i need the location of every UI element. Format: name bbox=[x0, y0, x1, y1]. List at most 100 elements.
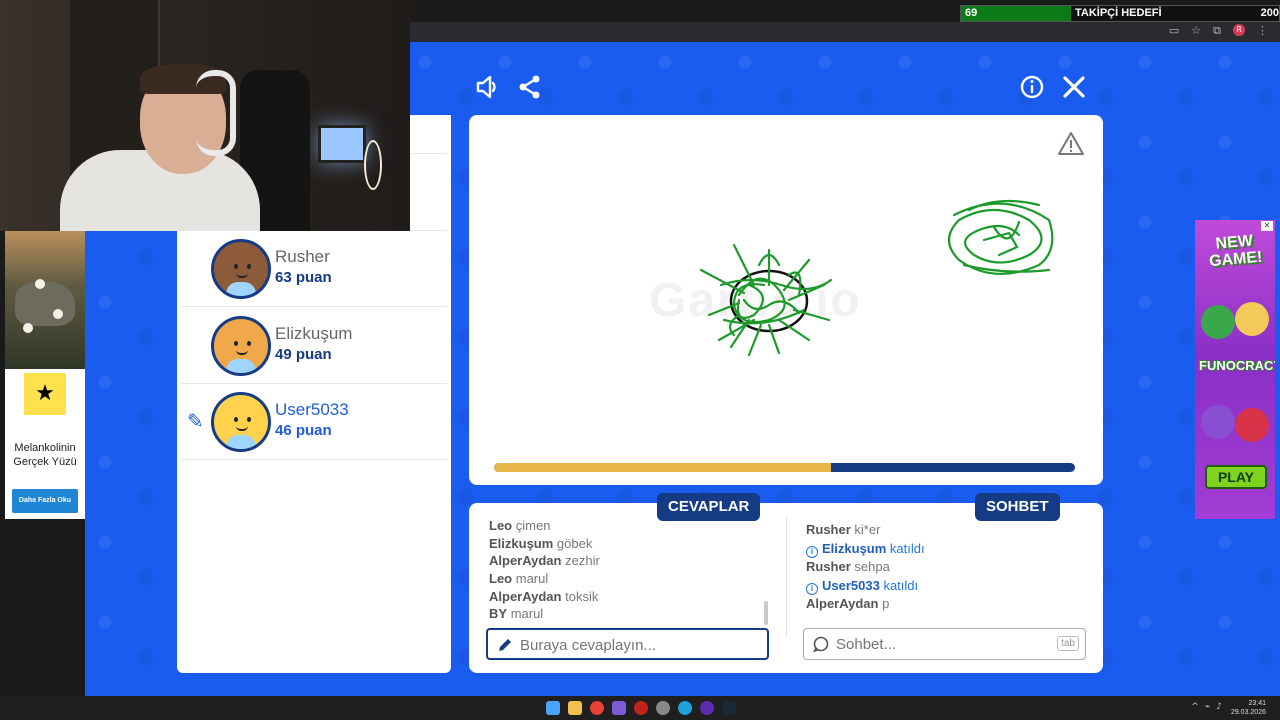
clock[interactable]: 23:41 29.03.2026 bbox=[1231, 699, 1266, 717]
player-score: 46 puan bbox=[275, 422, 332, 439]
answer-user: AlperAydan bbox=[489, 588, 562, 604]
avatar bbox=[211, 315, 271, 376]
share-icon[interactable] bbox=[517, 74, 543, 100]
answer-user: BY bbox=[489, 606, 508, 622]
answer-text: çimen bbox=[515, 518, 551, 533]
player-row[interactable]: Elizkuşum 49 puan bbox=[181, 307, 447, 384]
round-timer-track bbox=[494, 463, 1075, 472]
steam-icon[interactable] bbox=[722, 701, 736, 715]
chat-message: AlperAydan p bbox=[806, 595, 1086, 614]
player-name: Elizkuşum bbox=[275, 323, 353, 343]
chat-user: Rusher bbox=[806, 522, 851, 537]
player-drawing bbox=[699, 199, 1054, 357]
avatar bbox=[211, 239, 271, 299]
side-ad[interactable]: ★ Melankolinin Gerçek Yüzü Daha Fazla Ok… bbox=[5, 231, 85, 519]
address-bar bbox=[410, 22, 1280, 42]
answer-item: Elizkuşum göbek bbox=[489, 535, 769, 553]
ad-close-icon[interactable]: ✕ bbox=[1261, 221, 1273, 231]
chrome-icon[interactable] bbox=[590, 701, 604, 715]
ad-title: Melankolinin Gerçek Yüzü bbox=[13, 442, 77, 468]
drawing-pencil-icon: ✎ bbox=[187, 409, 204, 433]
follower-count: 69 bbox=[965, 7, 978, 19]
chat-user: AlperAydan bbox=[806, 596, 879, 612]
chat-message: Rusher ki*er bbox=[806, 521, 1086, 540]
ad-character-icon bbox=[1235, 302, 1269, 336]
cast-icon[interactable]: ▭ bbox=[1169, 24, 1179, 38]
player-row[interactable]: Rusher 63 puan bbox=[181, 230, 447, 307]
answer-text: marul bbox=[515, 571, 549, 587]
answer-user: Elizkuşum bbox=[489, 535, 554, 551]
app-icon[interactable] bbox=[700, 701, 714, 715]
tab-key-hint: tab bbox=[1057, 636, 1079, 651]
chat-text: p bbox=[882, 596, 890, 612]
pencil-icon bbox=[499, 639, 511, 651]
obs-icon[interactable] bbox=[656, 701, 670, 715]
read-more-button[interactable]: Daha Fazla Oku bbox=[12, 489, 78, 513]
player-name: User5033 bbox=[275, 400, 349, 419]
headphones bbox=[196, 70, 236, 156]
chat-user: Rusher bbox=[806, 559, 851, 575]
file-explorer-icon[interactable] bbox=[568, 701, 582, 715]
opera-icon[interactable] bbox=[634, 701, 648, 715]
chat-text: ki*er bbox=[854, 522, 881, 537]
edge-icon[interactable] bbox=[678, 701, 692, 715]
follower-goal-label: TAKİPÇİ HEDEFİ bbox=[1075, 7, 1162, 19]
ad-character-icon bbox=[1201, 405, 1235, 439]
profile-avatar-icon[interactable]: R bbox=[1233, 24, 1245, 36]
answer-user: AlperAydan bbox=[489, 553, 562, 569]
follower-goal-bar: 69 TAKİPÇİ HEDEFİ 200 bbox=[960, 5, 1280, 22]
ad-play-button[interactable]: PLAY bbox=[1205, 465, 1267, 489]
answer-item: AlperAydan toksik bbox=[489, 588, 769, 606]
ad-thumbs-up-icon bbox=[1201, 305, 1235, 339]
chat-system-message: i Elizkuşum katıldı bbox=[806, 540, 1086, 559]
answer-text: toksik bbox=[565, 588, 599, 604]
ad-angry-face-icon bbox=[1235, 408, 1269, 442]
answer-text: zezhir bbox=[565, 553, 600, 569]
player-score: 49 puan bbox=[275, 345, 332, 363]
panel-divider bbox=[786, 517, 787, 637]
drawing-canvas[interactable]: Gartic.io bbox=[469, 115, 1103, 485]
follower-goal-target: 200 bbox=[1260, 7, 1279, 19]
chat-bubble-icon bbox=[812, 636, 829, 653]
webcam-overlay bbox=[0, 0, 410, 231]
chat-system-message: i User5033 katıldı bbox=[806, 577, 1086, 596]
chat-message: Rusher sehpa bbox=[806, 558, 1086, 577]
system-tray[interactable]: ^⌁♪ bbox=[1191, 702, 1228, 712]
sound-icon[interactable] bbox=[475, 74, 501, 100]
close-icon[interactable] bbox=[1061, 74, 1087, 100]
avatar bbox=[211, 392, 271, 452]
answers-scrollbar[interactable] bbox=[764, 601, 768, 625]
info-icon[interactable] bbox=[1019, 74, 1045, 100]
player-name: Rusher bbox=[275, 247, 330, 266]
answer-text: marul bbox=[510, 606, 544, 622]
chat-input-box[interactable]: tab bbox=[803, 628, 1086, 660]
follower-goal-fill bbox=[961, 6, 1071, 21]
menu-kebab-icon[interactable]: ⋮ bbox=[1257, 24, 1268, 38]
round-timer-fill bbox=[494, 463, 831, 472]
ad-image bbox=[5, 231, 85, 369]
chat-text: katıldı bbox=[883, 577, 919, 593]
answers-chat-panel: Leo çimen Elizkuşum göbek AlperAydan zezhi… bbox=[469, 503, 1103, 673]
answers-list: Leo çimen Elizkuşum göbek AlperAydan zezhi… bbox=[489, 517, 769, 623]
tab-chat[interactable]: SOHBET bbox=[975, 493, 1060, 521]
bookmark-star-icon[interactable]: ☆ bbox=[1191, 24, 1201, 38]
start-icon[interactable] bbox=[546, 701, 560, 715]
chat-text: sehpa bbox=[854, 559, 890, 575]
chat-list: Rusher ki*er i Elizkuşum katıldı Rusher seh… bbox=[806, 521, 1086, 614]
answer-text: göbek bbox=[556, 535, 593, 551]
chat-input[interactable] bbox=[836, 635, 1046, 653]
discord-icon[interactable] bbox=[612, 701, 626, 715]
ad-logo: FUNOCRACY bbox=[1199, 358, 1275, 373]
clock-time: 23:41 bbox=[1248, 700, 1266, 707]
chat-user: Elizkuşum bbox=[822, 540, 887, 556]
answer-user: Leo bbox=[489, 571, 513, 587]
player-row[interactable]: ✎ User5033 46 puan bbox=[181, 383, 447, 460]
right-ad[interactable]: ✕ NEW GAME! FUNOCRACY PLAY bbox=[1195, 220, 1275, 519]
answer-item: BY marul bbox=[489, 605, 769, 623]
answer-input[interactable] bbox=[520, 636, 760, 654]
tab-answers[interactable]: CEVAPLAR bbox=[657, 493, 761, 521]
answer-input-box[interactable] bbox=[486, 628, 769, 660]
info-icon: i bbox=[806, 582, 818, 595]
answer-item: AlperAydan zezhir bbox=[489, 552, 769, 570]
extensions-icon[interactable]: ⧉ bbox=[1213, 24, 1221, 38]
